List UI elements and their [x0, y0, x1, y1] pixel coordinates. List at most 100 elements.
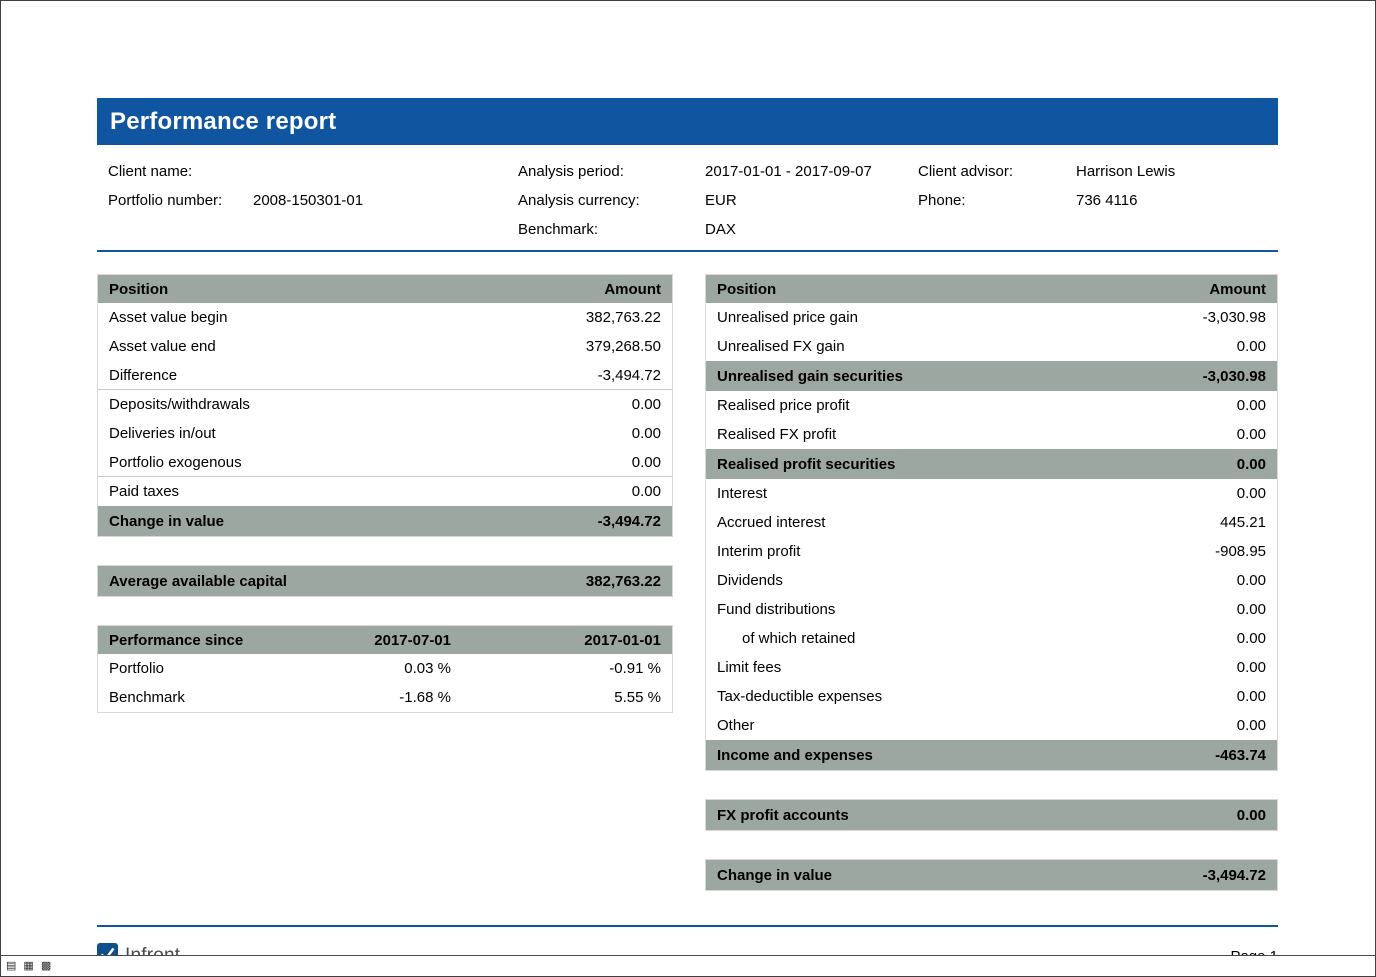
client-name-label: Client name: — [108, 163, 253, 180]
row-label: Realised profit securities — [717, 456, 1237, 473]
row-value: 5.55 % — [451, 689, 661, 706]
row-label: Fund distributions — [717, 601, 1237, 618]
row-value: 0.00 — [1237, 717, 1266, 734]
client-advisor-label: Client advisor: — [918, 163, 1076, 180]
change-in-value-table: Change in value -3,494.72 — [705, 859, 1278, 891]
subtotal-row-unrealised-gain: Unrealised gain securities -3,030.98 — [706, 361, 1277, 391]
table-header-row: Performance since 2017-07-01 2017-01-01 — [98, 626, 672, 654]
table-row: Unrealised price gain -3,030.98 — [706, 303, 1277, 332]
portfolio-number-label: Portfolio number: — [108, 192, 253, 209]
row-value: 0.00 — [1237, 397, 1266, 414]
subtotal-row-realised-profit: Realised profit securities 0.00 — [706, 449, 1277, 479]
row-value: 382,763.22 — [586, 309, 661, 326]
row-label: Average available capital — [109, 573, 586, 590]
table-row: of which retained 0.00 — [706, 624, 1277, 653]
analysis-currency-value: EUR — [705, 192, 918, 209]
row-label: Portfolio exogenous — [109, 454, 632, 471]
row-label: Deliveries in/out — [109, 425, 632, 442]
row-label: Unrealised FX gain — [717, 338, 1237, 355]
document-icon[interactable]: ▤ — [6, 961, 16, 972]
row-value: 0.03 % — [251, 660, 451, 677]
row-label: Change in value — [717, 867, 1203, 884]
table-row: Deliveries in/out 0.00 — [98, 419, 672, 448]
row-label: Unrealised price gain — [717, 309, 1203, 326]
table-row: Interest 0.00 — [706, 479, 1277, 508]
table-row: Interim profit -908.95 — [706, 537, 1277, 566]
row-value: 0.00 — [632, 425, 661, 442]
right-column: Position Amount Unrealised price gain -3… — [705, 274, 1278, 891]
table-row: Difference -3,494.72 — [98, 361, 672, 390]
subtotal-row-income-expenses: Income and expenses -463.74 — [706, 740, 1277, 770]
column-header-performance-since: Performance since — [109, 632, 251, 649]
table-row: Benchmark -1.68 % 5.55 % — [98, 683, 672, 712]
row-value: 0.00 — [1237, 630, 1266, 647]
analysis-period-value: 2017-01-01 - 2017-09-07 — [705, 163, 918, 180]
grid-large-icon[interactable]: ▩ — [41, 961, 51, 972]
table-row: Portfolio exogenous 0.00 — [98, 448, 672, 477]
meta-row-phone: Phone: 736 4116 — [918, 186, 1278, 215]
asset-value-table: Position Amount Asset value begin 382,76… — [97, 274, 673, 537]
report-title-bar: Performance report — [97, 98, 1278, 145]
table-row: Deposits/withdrawals 0.00 — [98, 390, 672, 419]
table-row: Fund distributions 0.00 — [706, 595, 1277, 624]
fx-profit-table: FX profit accounts 0.00 — [705, 799, 1278, 831]
page-title: Performance report — [110, 108, 336, 136]
table-row: Tax-deductible expenses 0.00 — [706, 682, 1277, 711]
meta-row-client-name: Client name: — [108, 157, 518, 186]
grid-small-icon[interactable]: ▦ — [23, 961, 33, 972]
change-in-value-row: Change in value -3,494.72 — [98, 506, 672, 536]
row-value: -3,030.98 — [1203, 309, 1266, 326]
row-value: 382,763.22 — [586, 573, 661, 590]
row-value: -463.74 — [1215, 747, 1266, 764]
row-label: Interest — [717, 485, 1237, 502]
row-label: Unrealised gain securities — [717, 368, 1203, 385]
table-row: Realised FX profit 0.00 — [706, 420, 1277, 449]
report-page: Performance report Client name: Portfoli… — [1, 1, 1375, 973]
portfolio-number-value: 2008-150301-01 — [253, 192, 518, 209]
column-header-amount: Amount — [604, 281, 661, 298]
row-label: Dividends — [717, 572, 1237, 589]
table-row: Realised price profit 0.00 — [706, 391, 1277, 420]
row-value: 445.21 — [1220, 514, 1266, 531]
row-label: Interim profit — [717, 543, 1215, 560]
meta-row-client-advisor: Client advisor: Harrison Lewis — [918, 157, 1278, 186]
row-label: Benchmark — [109, 689, 251, 706]
column-header-position: Position — [717, 281, 1209, 298]
row-label: Asset value begin — [109, 309, 586, 326]
row-label: Accrued interest — [717, 514, 1220, 531]
average-capital-table: Average available capital 382,763.22 — [97, 565, 673, 597]
meta-row-analysis-period: Analysis period: 2017-01-01 - 2017-09-07 — [518, 157, 918, 186]
row-label: Deposits/withdrawals — [109, 396, 632, 413]
report-viewer: Performance report Client name: Portfoli… — [0, 0, 1376, 977]
row-value: 0.00 — [1237, 338, 1266, 355]
table-row: Accrued interest 445.21 — [706, 508, 1277, 537]
meta-column-advisor: Client advisor: Harrison Lewis Phone: 73… — [918, 157, 1278, 244]
column-header-position: Position — [109, 281, 604, 298]
row-value: 0.00 — [1237, 572, 1266, 589]
meta-column-analysis: Analysis period: 2017-01-01 - 2017-09-07… — [518, 157, 918, 244]
table-row: Unrealised FX gain 0.00 — [706, 332, 1277, 361]
meta-row-benchmark: Benchmark: DAX — [518, 215, 918, 244]
phone-label: Phone: — [918, 192, 1076, 209]
viewer-statusbar: ▤ ▦ ▩ — [1, 955, 1375, 976]
row-value: -0.91 % — [451, 660, 661, 677]
row-value: 0.00 — [1237, 601, 1266, 618]
report-meta: Client name: Portfolio number: 2008-1503… — [97, 145, 1278, 252]
table-row: Paid taxes 0.00 — [98, 477, 672, 506]
row-label: Other — [717, 717, 1237, 734]
table-row: Dividends 0.00 — [706, 566, 1277, 595]
client-advisor-value: Harrison Lewis — [1076, 163, 1278, 180]
row-value: 0.00 — [632, 454, 661, 471]
table-header-row: Position Amount — [706, 275, 1277, 303]
row-label: Paid taxes — [109, 483, 632, 500]
table-row: Asset value end 379,268.50 — [98, 332, 672, 361]
row-value: 0.00 — [632, 396, 661, 413]
row-value: -1.68 % — [251, 689, 451, 706]
row-label: Portfolio — [109, 660, 251, 677]
meta-column-client: Client name: Portfolio number: 2008-1503… — [97, 157, 518, 244]
benchmark-value: DAX — [705, 221, 918, 238]
column-header-amount: Amount — [1209, 281, 1266, 298]
row-label: Change in value — [109, 513, 598, 530]
row-value: 0.00 — [1237, 807, 1266, 824]
fx-profit-row: FX profit accounts 0.00 — [706, 800, 1277, 830]
